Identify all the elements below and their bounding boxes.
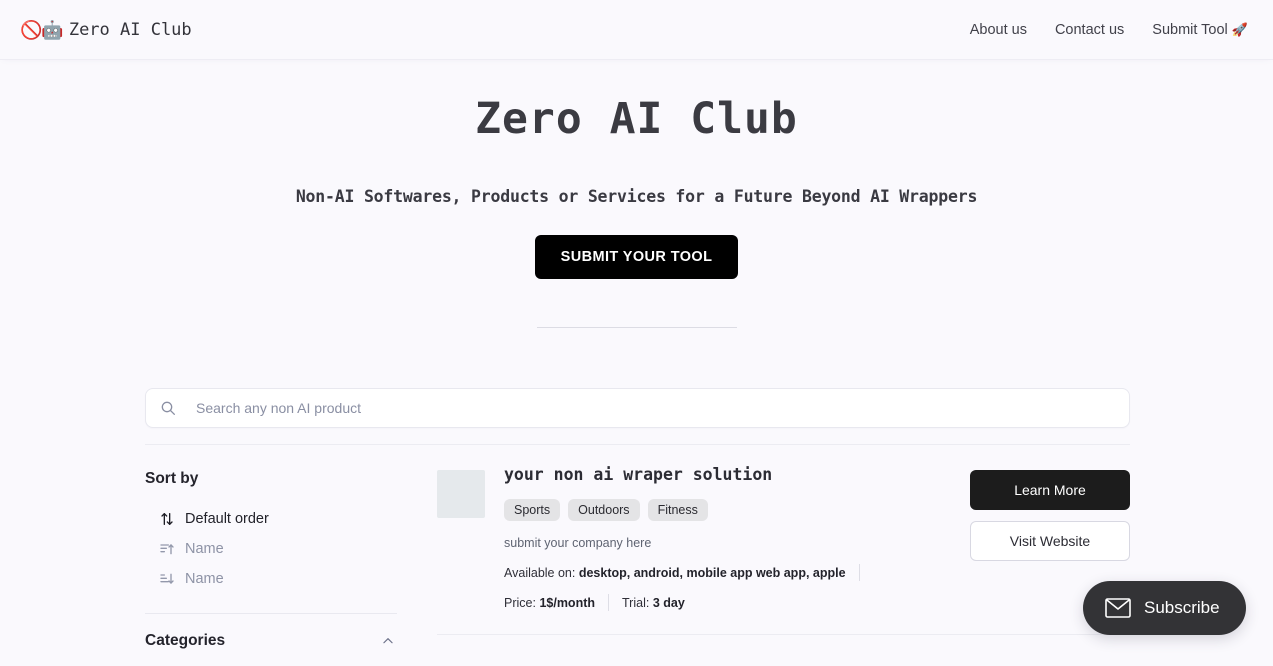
trial-label: Trial:	[622, 595, 650, 610]
subscribe-button[interactable]: Subscribe	[1083, 581, 1246, 635]
brand-logo[interactable]: 🚫🤖 Zero AI Club	[20, 20, 192, 40]
hero-cta-wrap: SUBMIT YOUR TOOL	[0, 235, 1273, 279]
hero-section: Zero AI Club Non-AI Softwares, Products …	[0, 59, 1273, 328]
hero-subtitle: Non-AI Softwares, Products or Services f…	[295, 187, 978, 206]
sort-option-label: Default order	[185, 511, 269, 527]
meta-separator	[608, 594, 609, 611]
product-tag[interactable]: Sports	[504, 499, 561, 521]
main-nav: About us Contact us Submit Tool 🚀	[956, 16, 1248, 44]
site-header: 🚫🤖 Zero AI Club About us Contact us Subm…	[0, 0, 1273, 59]
submit-your-tool-button[interactable]: SUBMIT YOUR TOOL	[534, 235, 739, 279]
available-on-value: desktop, android, mobile app web app, ap…	[578, 565, 846, 580]
product-card-divider	[437, 634, 1130, 635]
nav-submit-tool-label: Submit Tool	[1152, 21, 1228, 38]
sort-option-label: Name	[185, 571, 224, 587]
sort-option-name-ascending[interactable]: Name	[145, 534, 397, 564]
chevron-up-icon	[383, 638, 393, 644]
product-tag[interactable]: Fitness	[647, 499, 708, 521]
product-thumbnail	[437, 470, 485, 518]
search-input[interactable]	[196, 400, 1069, 416]
brand-name: Zero AI Club	[68, 19, 192, 40]
envelope-icon	[1105, 598, 1131, 618]
product-tag[interactable]: Outdoors	[568, 499, 640, 521]
categories-section-toggle[interactable]: Categories	[145, 632, 397, 650]
nav-contact-us[interactable]: Contact us	[1041, 16, 1138, 44]
nav-about-us[interactable]: About us	[956, 16, 1041, 44]
sort-ascending-icon	[160, 544, 174, 555]
learn-more-button[interactable]: Learn More	[970, 470, 1130, 510]
rocket-icon: 🚀	[1231, 21, 1248, 37]
sidebar-divider	[145, 613, 397, 614]
search-box[interactable]	[145, 388, 1130, 428]
subscribe-label: Subscribe	[1144, 598, 1220, 617]
sort-option-default-order[interactable]: Default order	[145, 504, 397, 534]
price-value: 1$/month	[539, 595, 595, 610]
sort-options-list: Default order Name Name	[145, 504, 397, 594]
search-underline-divider	[145, 444, 1130, 445]
categories-label: Categories	[145, 632, 226, 649]
price-label: Price:	[504, 595, 536, 610]
visit-website-button[interactable]: Visit Website	[970, 521, 1130, 561]
page-root: 🚫🤖 Zero AI Club About us Contact us Subm…	[0, 0, 1273, 666]
product-card-actions: Learn More Visit Website	[970, 470, 1130, 561]
filters-sidebar: Sort by Default order Name Name Categori…	[145, 470, 397, 650]
hero-divider	[536, 327, 737, 328]
product-availability: Available on: desktop, android, mobile a…	[504, 564, 1130, 581]
arrows-up-down-icon	[161, 513, 173, 525]
sort-option-name-descending[interactable]: Name	[145, 564, 397, 594]
sort-by-heading: Sort by	[145, 470, 199, 487]
product-pricing: Price: 1$/month Trial: 3 day	[504, 594, 1130, 611]
search-icon	[161, 401, 175, 415]
meta-separator	[858, 564, 860, 581]
search-row	[145, 388, 1130, 428]
page-title: Zero AI Club	[475, 94, 798, 144]
trial-value: 3 day	[652, 595, 685, 610]
nav-submit-tool[interactable]: Submit Tool 🚀	[1138, 16, 1248, 44]
sort-option-label: Name	[185, 541, 224, 557]
available-on-label: Available on:	[504, 565, 576, 580]
sort-descending-icon	[160, 573, 174, 584]
no-ai-robot-icon: 🚫🤖	[20, 19, 64, 40]
